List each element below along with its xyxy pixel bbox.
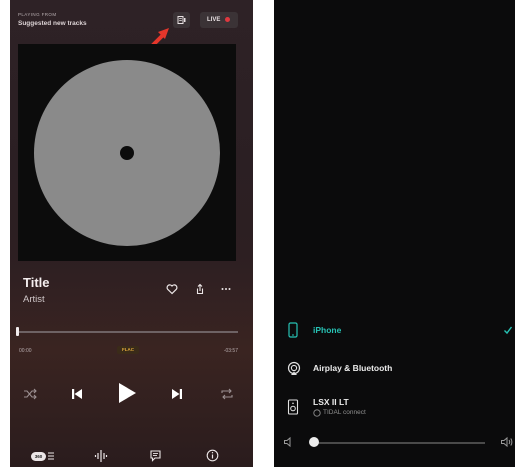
device-picker-screen: iPhone Airplay & Bluetooth LSX II LT TID… xyxy=(274,0,515,467)
device-sublabel: TIDAL connect xyxy=(323,409,366,416)
now-playing-screen: PLAYING FROM Suggested new tracks LIVE T… xyxy=(10,0,253,467)
elapsed-time: 00:00 xyxy=(19,348,32,354)
output-device-button[interactable] xyxy=(173,12,190,28)
more-options-icon[interactable] xyxy=(220,283,232,295)
selected-check-icon xyxy=(504,326,513,335)
airplay-icon xyxy=(287,361,301,375)
audio-mode-badge[interactable]: 360 xyxy=(31,452,46,461)
lyrics-icon[interactable] xyxy=(149,449,162,462)
disc-placeholder-icon xyxy=(34,60,220,246)
quality-badge[interactable]: FLAC xyxy=(117,346,139,354)
phone-icon xyxy=(288,322,298,338)
tidal-connect-icon xyxy=(313,409,321,417)
playing-from-label: PLAYING FROM xyxy=(18,12,57,17)
previous-track-icon[interactable] xyxy=(70,387,84,401)
track-title[interactable]: Title xyxy=(23,275,50,290)
album-art xyxy=(18,44,236,261)
remaining-time: -03:57 xyxy=(223,348,238,354)
device-label: LSX II LT xyxy=(313,397,349,407)
visualizer-icon[interactable] xyxy=(94,449,108,463)
repeat-icon[interactable] xyxy=(219,387,235,401)
live-button[interactable]: LIVE xyxy=(200,12,238,28)
shuffle-icon[interactable] xyxy=(22,386,38,402)
playing-source[interactable]: Suggested new tracks xyxy=(18,20,87,27)
cast-device-icon xyxy=(177,16,186,24)
device-label: Airplay & Bluetooth xyxy=(313,363,393,373)
queue-icon[interactable] xyxy=(47,451,55,461)
live-label: LIVE xyxy=(207,17,221,23)
volume-low-icon xyxy=(284,436,291,448)
live-indicator-dot xyxy=(225,17,230,22)
favorite-heart-icon[interactable] xyxy=(166,283,178,295)
speaker-icon xyxy=(287,399,299,415)
next-track-icon[interactable] xyxy=(170,387,184,401)
volume-track[interactable] xyxy=(313,442,485,444)
progress-track[interactable] xyxy=(18,331,238,333)
info-icon[interactable] xyxy=(206,449,219,462)
progress-handle[interactable] xyxy=(16,327,19,336)
share-icon[interactable] xyxy=(194,283,206,295)
device-label: iPhone xyxy=(313,325,342,335)
volume-handle[interactable] xyxy=(309,437,319,447)
play-icon[interactable] xyxy=(116,381,138,405)
disc-hole xyxy=(120,146,134,160)
track-artist[interactable]: Artist xyxy=(23,294,45,305)
volume-high-icon xyxy=(501,436,513,448)
